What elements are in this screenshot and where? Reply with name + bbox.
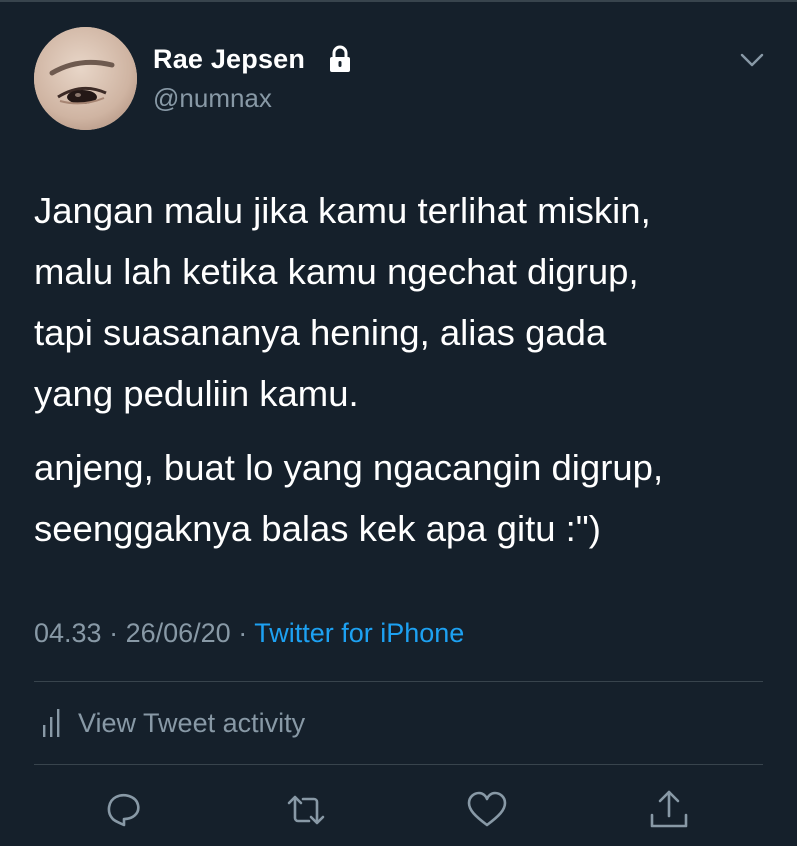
lock-icon [330, 45, 350, 72]
view-tweet-activity-button[interactable]: View Tweet activity [40, 703, 305, 743]
share-icon [650, 790, 688, 828]
share-button[interactable] [647, 788, 691, 832]
author-handle[interactable]: @numnax [153, 83, 272, 114]
divider [34, 681, 763, 682]
tweet-paragraph: Jangan malu jika kamu terlihat miskin, m… [34, 190, 651, 414]
retweet-icon [287, 795, 325, 825]
tweet-paragraph: anjeng, buat lo yang ngacangin digrup, s… [34, 447, 664, 549]
meta-separator: · [101, 618, 126, 648]
tweet-time[interactable]: 04.33 [34, 618, 102, 648]
chevron-down-icon[interactable] [738, 50, 766, 70]
like-icon [467, 791, 507, 827]
author-name[interactable]: Rae Jepsen [153, 44, 305, 75]
tweet-source-link[interactable]: Twitter for iPhone [254, 618, 464, 648]
retweet-button[interactable] [284, 788, 328, 832]
bar-chart-icon [43, 709, 60, 737]
meta-separator: · [230, 618, 255, 648]
tweet-metadata: 04.33 · 26/06/20 · Twitter for iPhone [34, 618, 464, 649]
avatar[interactable] [34, 27, 137, 130]
top-border [0, 0, 797, 2]
divider [34, 764, 763, 765]
like-button[interactable] [465, 788, 509, 832]
reply-button[interactable] [102, 788, 146, 832]
tweet-text: Jangan malu jika kamu terlihat miskin, m… [34, 180, 774, 559]
tweet-date[interactable]: 26/06/20 [126, 618, 231, 648]
view-tweet-activity-label: View Tweet activity [78, 707, 306, 738]
reply-icon [107, 793, 140, 827]
avatar-image [34, 27, 137, 130]
